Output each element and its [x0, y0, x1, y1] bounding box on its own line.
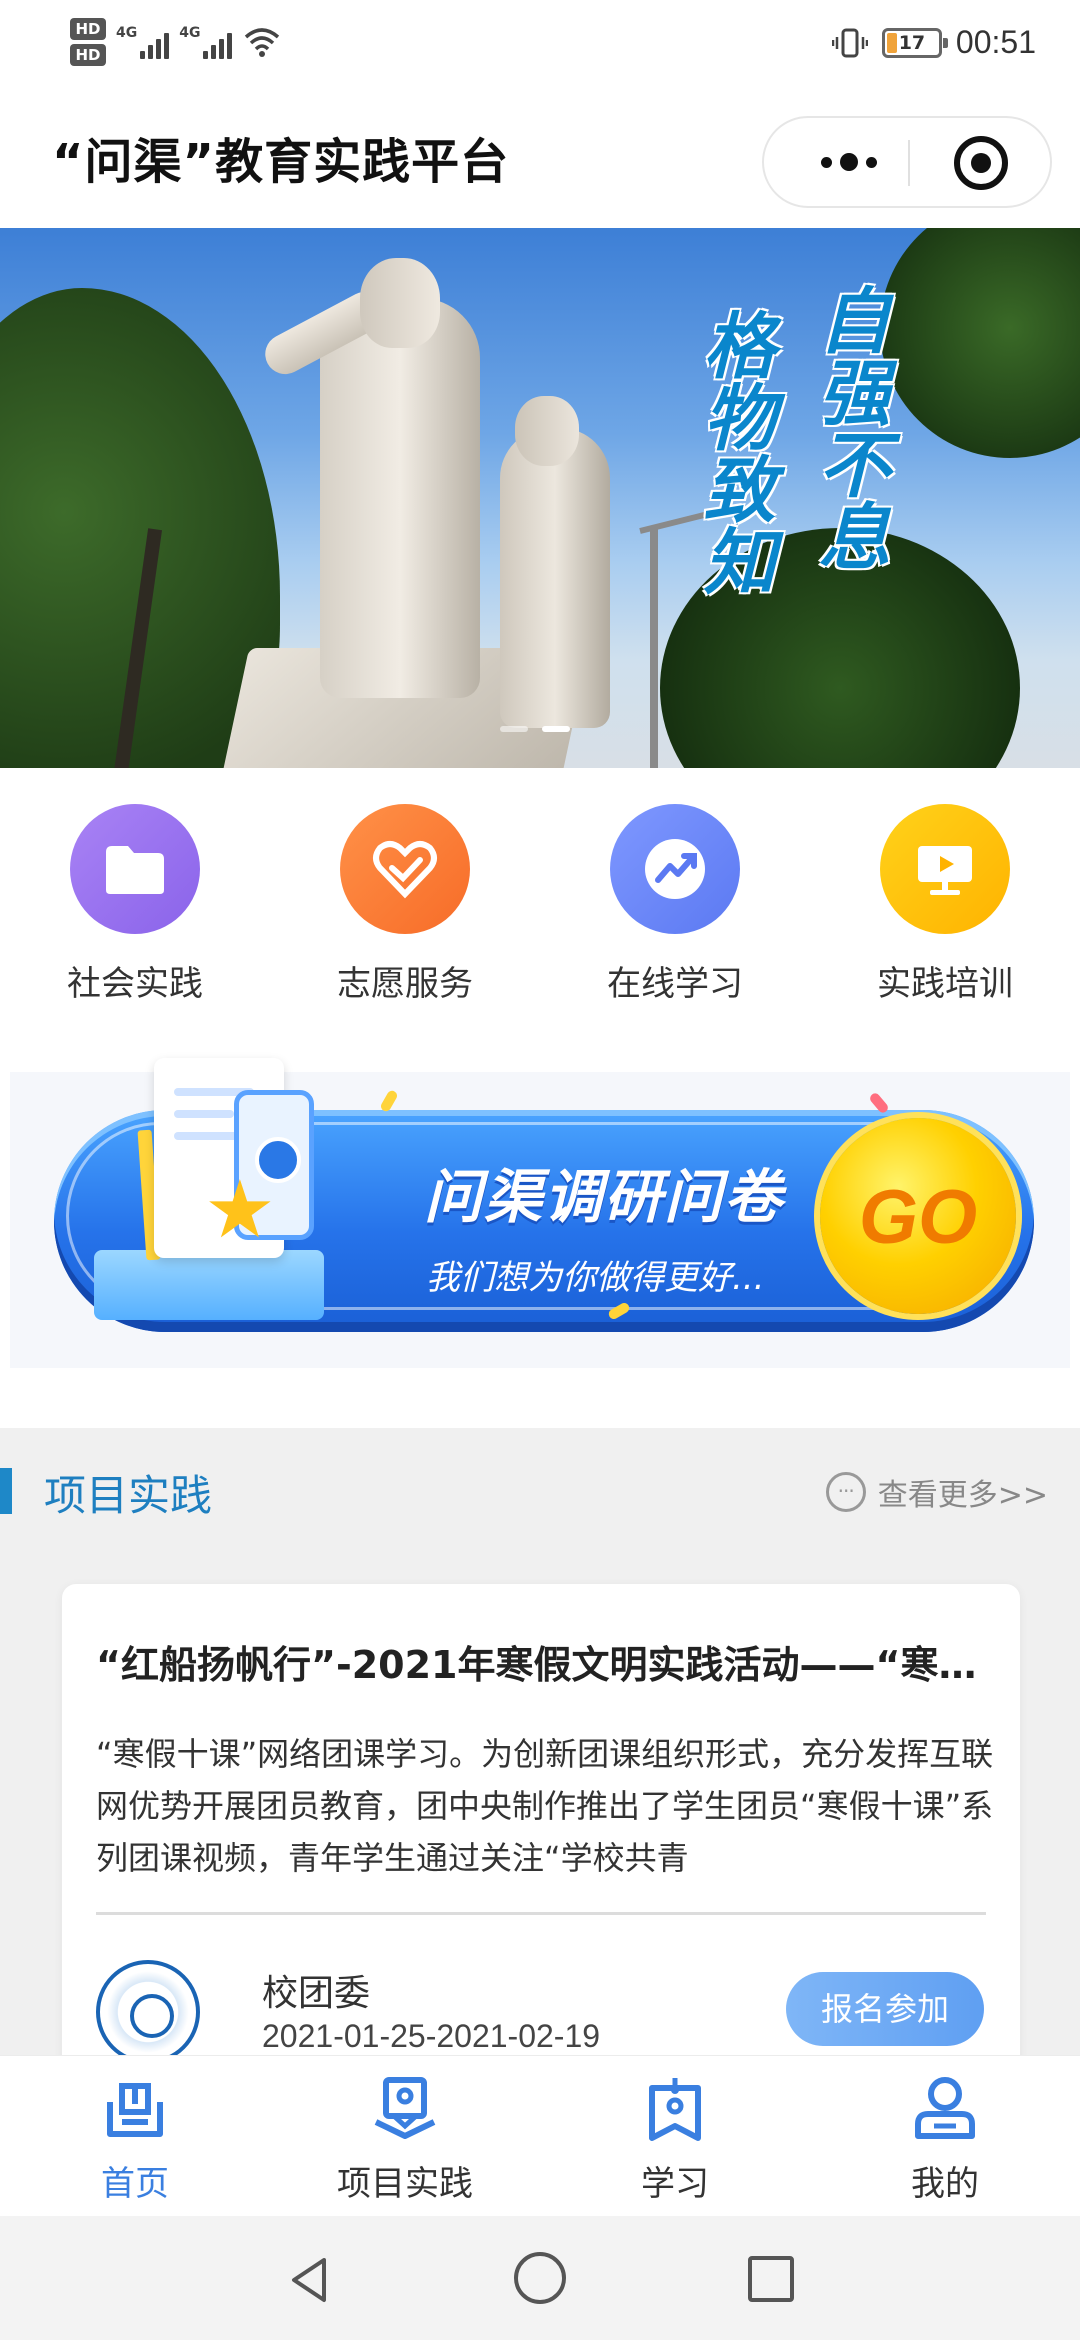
signal-icon: 4G [116, 25, 170, 59]
tab-label: 首页 [101, 2164, 169, 2204]
project-title: “红船扬帆行”-2021年寒假文明实践活动——“寒假十课”网络团课学习 [96, 1643, 996, 1687]
go-label: GO [858, 1175, 978, 1260]
mini-program-capsule [762, 116, 1052, 208]
profile-icon [915, 2077, 975, 2139]
hero-banner[interactable]: 自强不息 格物致知 [0, 228, 1080, 768]
tab-projects[interactable]: 项目实践 [295, 2074, 515, 2205]
quick-entry-grid: 社会实践 志愿服务 在线学习 实践培训 [0, 768, 1080, 1070]
carousel-dot-active[interactable] [542, 726, 570, 732]
survey-banner[interactable]: ★ 问渠调研问卷 我们想为你做得更好... GO [54, 1058, 1034, 1332]
tab-label: 学习 [641, 2164, 709, 2204]
more-dots-icon [825, 1472, 866, 1512]
clock: 00:51 [955, 24, 1036, 60]
view-more-link[interactable]: 查看更多>> [825, 1470, 1048, 1514]
hd1-badge: HD 1 [70, 18, 106, 60]
go-button[interactable]: GO [820, 1118, 1016, 1314]
carousel-indicator[interactable] [500, 726, 570, 732]
network-type-1: 4G [116, 25, 138, 41]
survey-title: 问渠调研问卷 [424, 1163, 785, 1231]
tab-study[interactable]: 学习 [565, 2074, 785, 2205]
tab-label: 项目实践 [337, 2164, 473, 2204]
entry-label: 在线学习 [607, 964, 743, 1004]
presentation-icon [880, 804, 1010, 934]
trend-up-icon [610, 804, 740, 934]
folder-icon [70, 804, 200, 934]
view-more-label: 查看更多>> [877, 1478, 1048, 1513]
page-title: “问渠”教育实践平台 [52, 134, 510, 190]
calligraphy-motto-2: 格物致知 [691, 308, 776, 596]
join-button[interactable]: 报名参加 [786, 1972, 984, 2046]
entry-label: 实践培训 [877, 964, 1013, 1004]
capsule-divider [908, 140, 910, 186]
project-dates: 2021-01-25-2021-02-19 [262, 2018, 601, 2054]
more-options-button[interactable] [794, 118, 904, 206]
section-accent-bar [0, 1468, 12, 1514]
hd2-badge: HD 2 [70, 44, 106, 86]
status-bar: HD 1 HD 2 4G 4G 17 00:51 [0, 0, 1080, 92]
wifi-icon [245, 28, 280, 57]
star-icon: ★ [204, 1163, 276, 1256]
tab-label: 我的 [911, 2164, 979, 2204]
survey-subtitle: 我们想为你做得更好... [426, 1258, 765, 1298]
organizer-name: 校团委 [262, 1973, 371, 2014]
heart-hand-icon [340, 804, 470, 934]
battery-icon: 17 [881, 27, 948, 58]
entry-label: 社会实践 [67, 964, 203, 1004]
entry-online-learning[interactable]: 在线学习 [575, 804, 775, 1005]
signal-icon-2: 4G [179, 25, 233, 59]
close-miniprogram-button[interactable] [954, 136, 1008, 190]
back-icon[interactable] [284, 2254, 336, 2306]
project-icon [374, 2077, 436, 2139]
bottom-tab-bar: 首页 项目实践 学习 我的 [0, 2056, 1080, 2216]
study-icon [649, 2078, 701, 2141]
home-icon [107, 2083, 163, 2137]
battery-level: 17 [898, 31, 926, 54]
project-description: “寒假十课”网络团课学习。为创新团课组织形式，充分发挥互联网优势开展团员教育，团… [96, 1735, 994, 1877]
tab-home[interactable]: 首页 [25, 2074, 245, 2205]
vibrate-icon [831, 28, 868, 57]
card-divider [96, 1912, 986, 1915]
carousel-dot[interactable] [500, 726, 528, 732]
app-header: “问渠”教育实践平台 [0, 92, 1080, 228]
entry-practice-training[interactable]: 实践培训 [845, 804, 1045, 1005]
recent-apps-icon[interactable] [748, 2256, 794, 2302]
hd-indicator: HD 1 HD 2 [70, 18, 106, 86]
section-title: 项目实践 [44, 1471, 213, 1520]
entry-volunteer-service[interactable]: 志愿服务 [305, 804, 505, 1005]
survey-banner-area: ★ 问渠调研问卷 我们想为你做得更好... GO [10, 1058, 1070, 1368]
university-logo-icon [96, 1960, 200, 2064]
system-navigation-bar [0, 2216, 1080, 2340]
project-card[interactable]: “红船扬帆行”-2021年寒假文明实践活动——“寒假十课”网络团课学习 “寒假十… [62, 1584, 1020, 2084]
statue-figure [320, 298, 480, 698]
tab-profile[interactable]: 我的 [835, 2074, 1055, 2205]
network-type-2: 4G [179, 25, 201, 41]
entry-social-practice[interactable]: 社会实践 [35, 804, 235, 1005]
home-circle-icon[interactable] [514, 2252, 566, 2304]
calligraphy-motto-1: 自强不息 [806, 283, 891, 571]
entry-label: 志愿服务 [337, 964, 473, 1004]
